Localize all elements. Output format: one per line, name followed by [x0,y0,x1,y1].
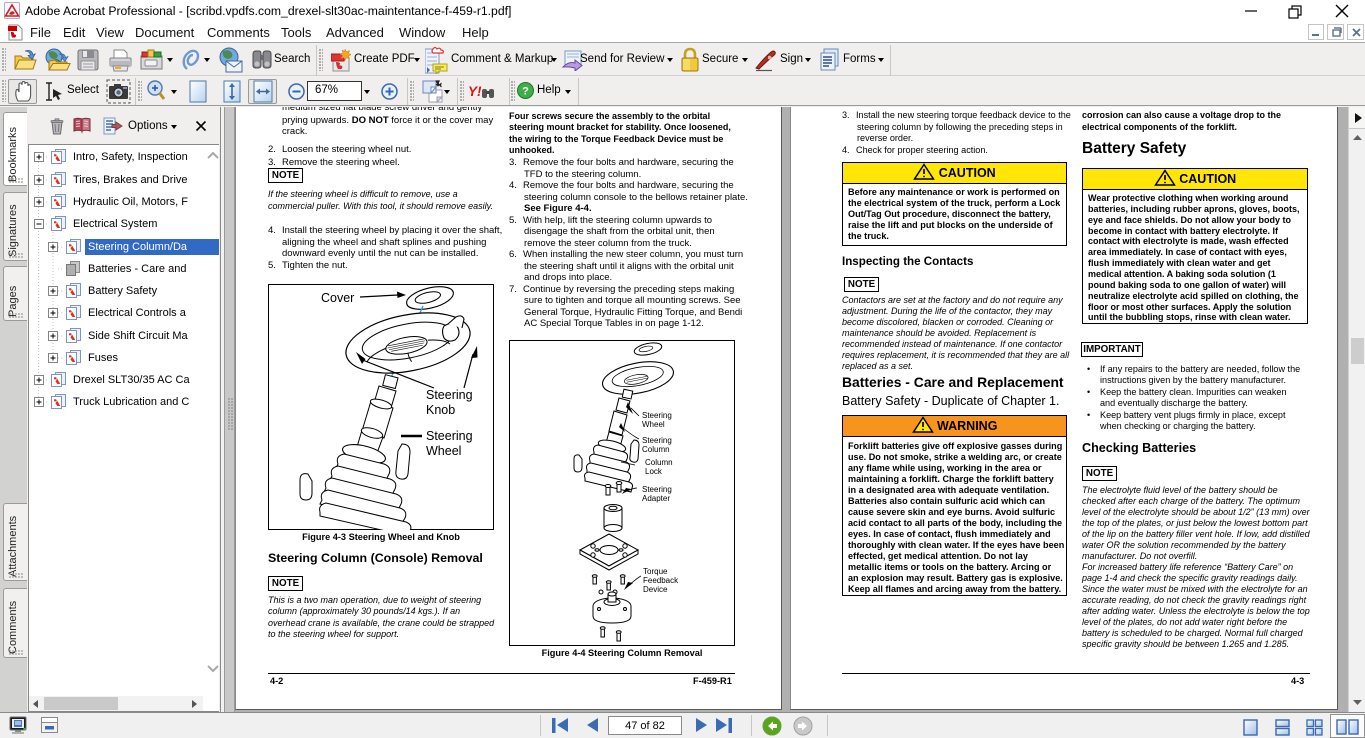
svg-text:Device: Device [643,585,668,594]
svg-text:Column: Column [645,458,673,467]
svg-text:Torque: Torque [643,567,668,576]
svg-text:Knob: Knob [426,403,455,417]
svg-text:Wheel: Wheel [642,420,665,429]
svg-text:Feedback: Feedback [643,576,679,585]
svg-text:Steering: Steering [642,411,672,420]
svg-text:Wheel: Wheel [426,444,461,458]
svg-text:Steering: Steering [642,436,672,445]
svg-text:Steering: Steering [642,485,672,494]
svg-text:Steering: Steering [426,388,473,402]
svg-text:Cover: Cover [321,291,354,305]
svg-text:?: ? [522,86,529,98]
svg-text:Steering: Steering [426,429,473,443]
svg-text:Lock: Lock [645,467,663,476]
svg-text:Column: Column [642,445,670,454]
svg-text:Adapter: Adapter [642,494,670,503]
